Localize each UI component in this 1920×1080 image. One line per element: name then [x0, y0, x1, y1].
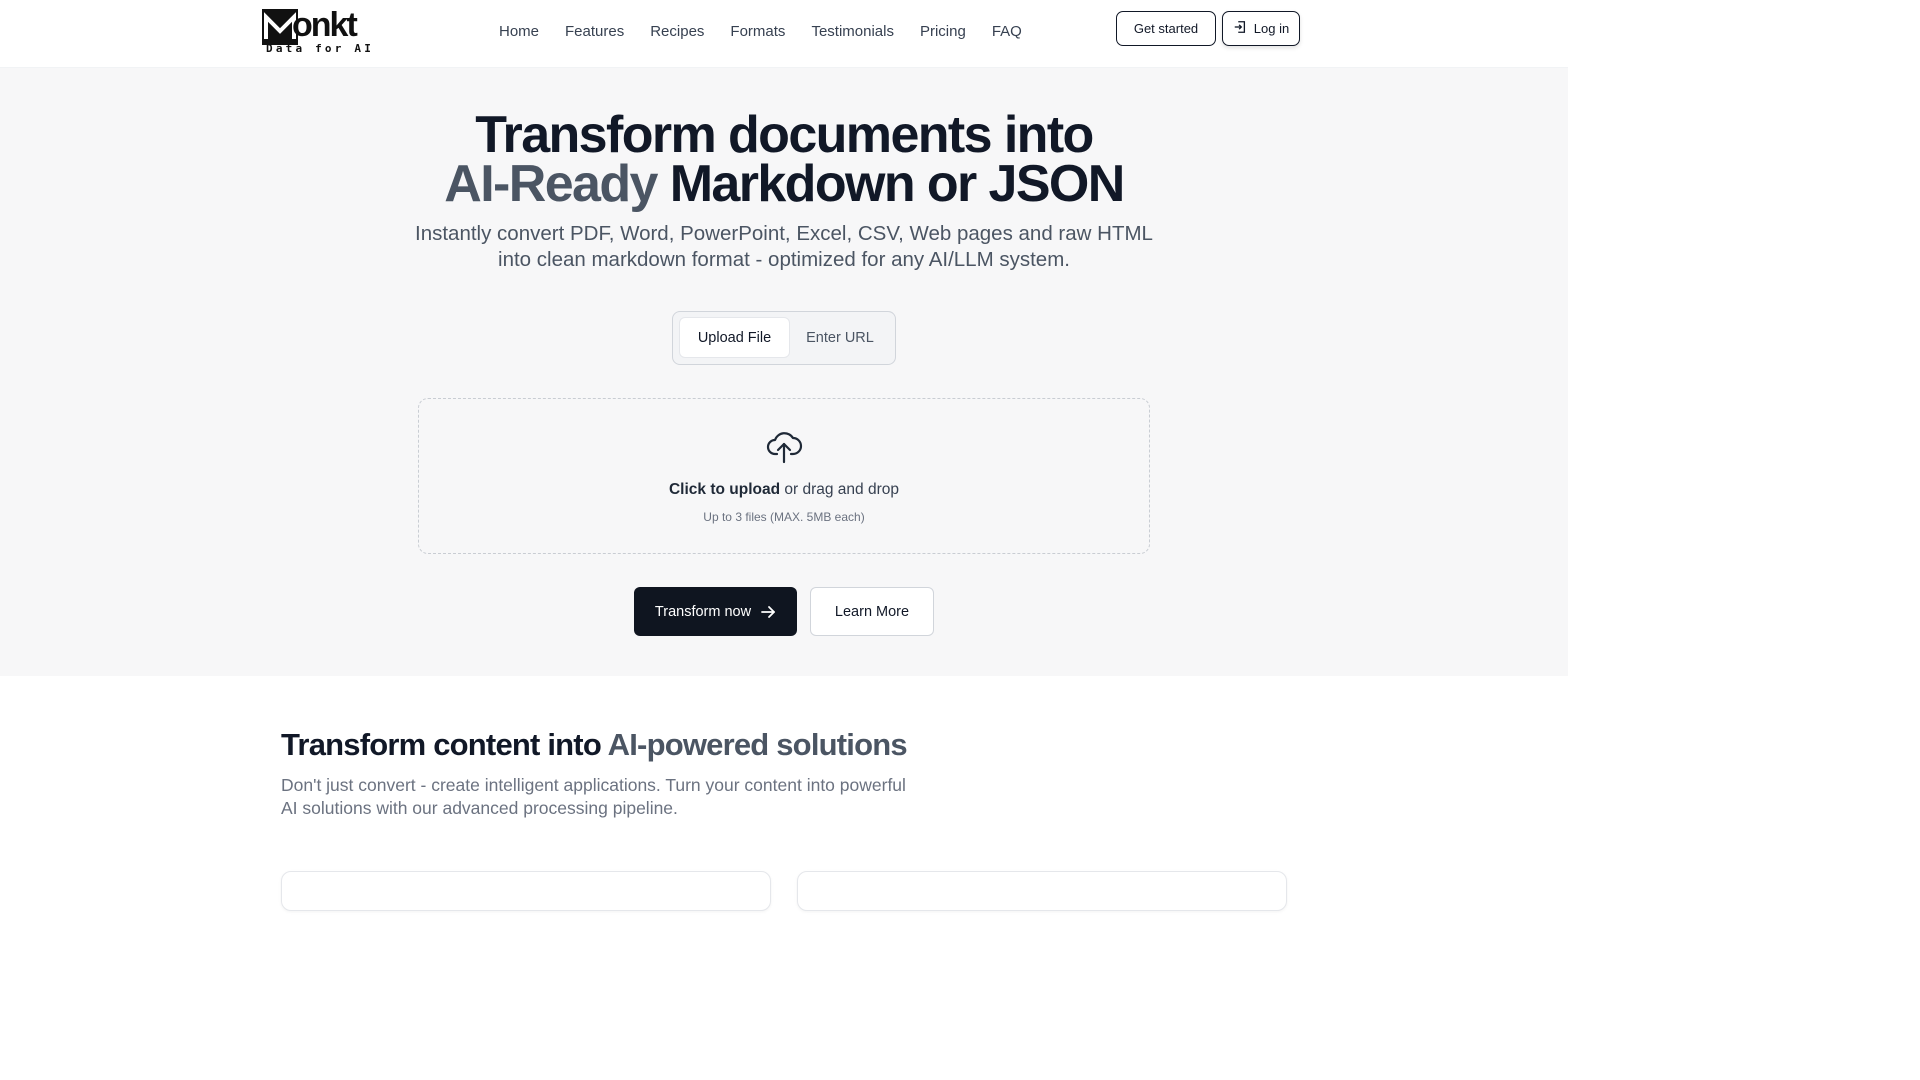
- learn-more-button[interactable]: Learn More: [810, 587, 934, 636]
- brand-logo[interactable]: onkt Data for AI: [262, 6, 375, 57]
- section-title: Transform content into AI-powered soluti…: [281, 726, 908, 764]
- tab-enter-url[interactable]: Enter URL: [795, 317, 885, 358]
- transform-now-button[interactable]: Transform now: [634, 587, 797, 636]
- tab-upload-file[interactable]: Upload File: [679, 317, 790, 358]
- get-started-label: Get started: [1133, 21, 1199, 36]
- section-description-line2: AI solutions with our advanced processin…: [281, 798, 678, 818]
- login-icon: [1233, 20, 1247, 37]
- dropzone-instruction: Click to upload or drag and drop: [419, 481, 1149, 499]
- login-label: Log in: [1253, 21, 1290, 36]
- arrow-right-icon: [760, 604, 776, 620]
- nav-formats[interactable]: Formats: [730, 21, 785, 43]
- get-started-button[interactable]: Get started: [1116, 11, 1216, 46]
- hero-title-accent: AI-Ready: [444, 155, 658, 213]
- section-title-accent: AI-powered solutions: [607, 727, 908, 762]
- login-button[interactable]: Log in: [1222, 11, 1300, 46]
- nav-features[interactable]: Features: [565, 21, 624, 43]
- feature-card: [797, 871, 1287, 911]
- file-dropzone[interactable]: Click to upload or drag and drop Up to 3…: [418, 398, 1150, 554]
- dropzone-instruction-rest: or drag and drop: [780, 481, 899, 498]
- brand-tagline: Data for AI: [266, 42, 375, 55]
- hero-title-line2: AI-Ready Markdown or JSON: [0, 158, 1568, 210]
- nav-pricing[interactable]: Pricing: [920, 21, 966, 43]
- hero-section: Transform documents into AI-Ready Markdo…: [0, 68, 1568, 676]
- hero-subtitle-line1: Instantly convert PDF, Word, PowerPoint,…: [415, 222, 1153, 245]
- nav-faq[interactable]: FAQ: [992, 21, 1022, 43]
- main-nav: Home Features Recipes Formats Testimonia…: [499, 21, 1048, 43]
- nav-testimonials[interactable]: Testimonials: [811, 21, 894, 43]
- hero-title-rest: Markdown or JSON: [656, 155, 1126, 213]
- nav-home[interactable]: Home: [499, 21, 539, 43]
- learn-more-label: Learn More: [834, 603, 910, 620]
- transform-now-label: Transform now: [654, 603, 752, 620]
- input-mode-tabs: Upload File Enter URL: [672, 311, 896, 365]
- brand-name: onkt: [292, 6, 358, 44]
- hero-title-line1: Transform documents into: [475, 106, 1094, 164]
- section-title-start: Transform content into: [281, 727, 608, 762]
- dropzone-hint: Up to 3 files (MAX. 5MB each): [703, 510, 865, 524]
- nav-recipes[interactable]: Recipes: [650, 21, 704, 43]
- hero-subtitle-line2: into clean markdown format - optimized f…: [498, 248, 1070, 271]
- section-description-line1: Don't just convert - create intelligent …: [281, 775, 906, 795]
- feature-card: [281, 871, 771, 911]
- site-header: onkt Data for AI Home Features Recipes F…: [0, 0, 1568, 68]
- click-to-upload-link[interactable]: Click to upload: [669, 481, 780, 498]
